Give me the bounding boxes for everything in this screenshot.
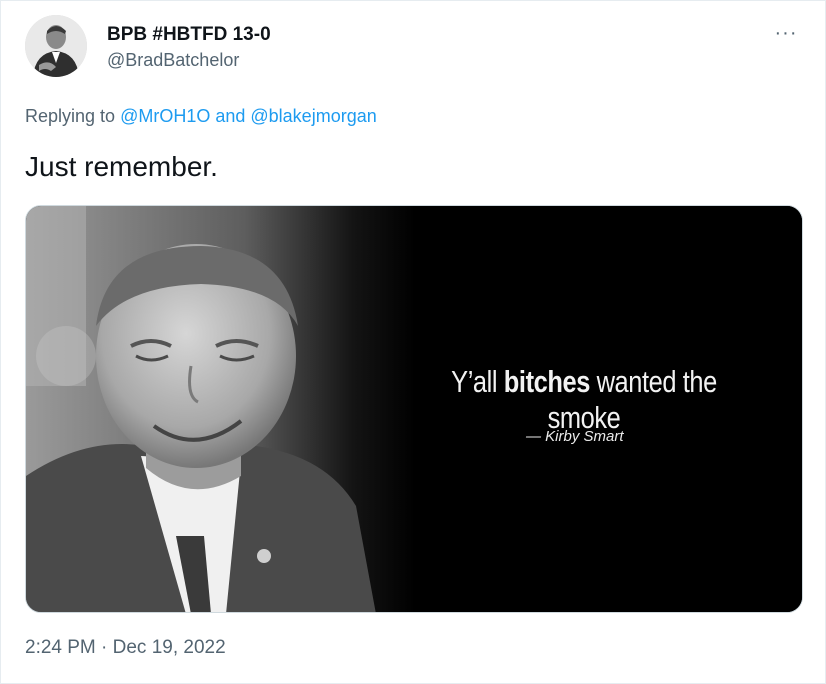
tweet-card: BPB #HBTFD 13-0 @BradBatchelor ··· Reply… (0, 0, 826, 684)
user-avatar-icon (25, 15, 87, 77)
meme-quote: Y’all bitches wanted the smoke (412, 364, 756, 436)
author-display-name[interactable]: BPB #HBTFD 13-0 (107, 23, 271, 47)
meme-attribution: — Kirby Smart (526, 428, 624, 445)
replying-to: Replying to @MrOH1O and @blakejmorgan (25, 106, 377, 127)
tweet-media-image[interactable]: Y’all bitches wanted the smoke — Kirby S… (25, 205, 803, 613)
author-names: BPB #HBTFD 13-0 @BradBatchelor (107, 23, 271, 73)
author-avatar[interactable] (25, 15, 87, 77)
replying-to-prefix: Replying to (25, 106, 121, 126)
quote-prefix: Y’all (451, 364, 504, 399)
mention-link-2[interactable]: @blakejmorgan (250, 106, 376, 126)
tweet-timestamp[interactable]: 2:24 PM · Dec 19, 2022 (25, 637, 226, 659)
mention-joiner: and (210, 106, 251, 126)
more-options-button[interactable]: ··· (771, 21, 801, 45)
quote-bold: bitches (503, 364, 591, 399)
mention-link-1[interactable]: @MrOH1O (120, 106, 210, 126)
ellipsis-icon: ··· (774, 21, 798, 44)
author-handle[interactable]: @BradBatchelor (107, 47, 271, 73)
tweet-header: BPB #HBTFD 13-0 @BradBatchelor ··· (25, 15, 805, 85)
tweet-text: Just remember. (25, 151, 218, 182)
